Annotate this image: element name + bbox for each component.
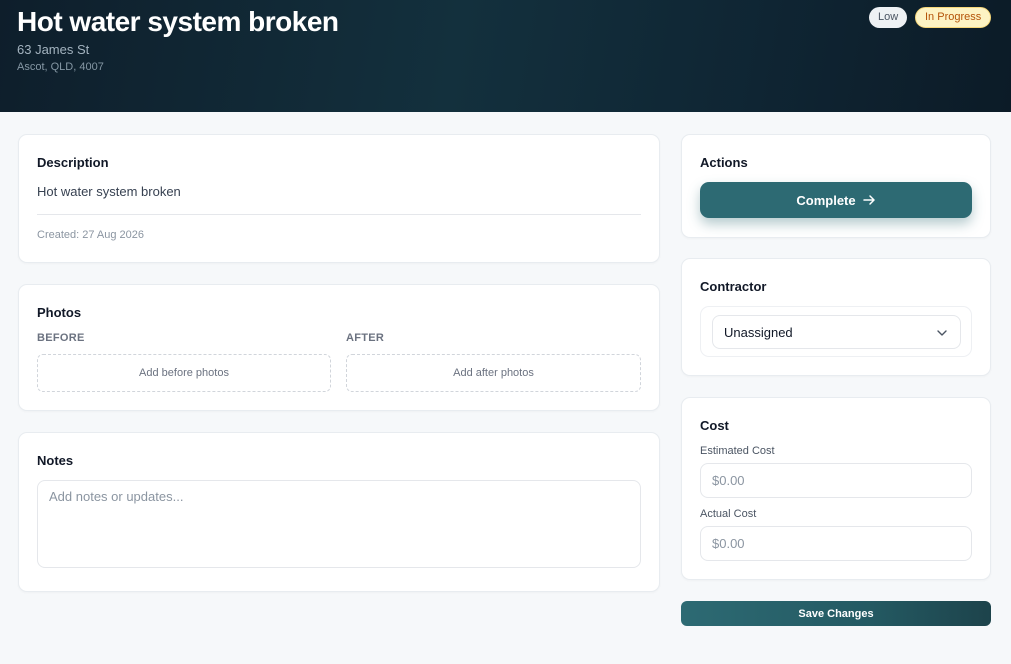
status-badge: In Progress	[915, 7, 992, 28]
address-street: 63 James St	[17, 42, 90, 57]
save-changes-button[interactable]: Save Changes	[681, 601, 991, 626]
chevron-down-icon	[937, 330, 947, 336]
page-header: Hot water system broken 63 James St Asco…	[0, 0, 1011, 112]
photos-card: Photos BEFORE AFTER Add before photos Ad…	[18, 284, 660, 411]
before-label: BEFORE	[37, 332, 85, 344]
add-after-photos-label: Add after photos	[453, 367, 534, 379]
arrow-right-icon	[862, 195, 875, 205]
actions-heading: Actions	[700, 155, 748, 170]
add-after-photos-dropzone[interactable]: Add after photos	[346, 354, 641, 392]
estimated-cost-input[interactable]	[700, 463, 972, 498]
add-before-photos-dropzone[interactable]: Add before photos	[37, 354, 331, 392]
priority-badge: Low	[869, 7, 908, 28]
contractor-select-wrapper: Unassigned	[700, 306, 972, 357]
complete-button[interactable]: Complete	[700, 182, 972, 218]
contractor-heading: Contractor	[700, 279, 767, 294]
page-title: Hot water system broken	[17, 6, 339, 37]
photos-heading: Photos	[37, 305, 82, 320]
divider	[37, 214, 641, 215]
cost-card: Cost Estimated Cost Actual Cost	[681, 397, 991, 580]
actual-cost-input[interactable]	[700, 526, 972, 561]
contractor-card: Contractor Unassigned	[681, 258, 991, 376]
after-label: AFTER	[346, 332, 385, 344]
notes-input[interactable]	[37, 480, 641, 568]
notes-card: Notes	[18, 432, 660, 592]
complete-button-label: Complete	[796, 192, 856, 208]
actions-card: Actions Complete	[681, 134, 991, 238]
add-before-photos-label: Add before photos	[139, 367, 229, 379]
address-city: Ascot, QLD, 4007	[17, 61, 104, 73]
notes-heading: Notes	[37, 453, 74, 468]
description-text: Hot water system broken	[37, 184, 181, 199]
description-heading: Description	[37, 155, 109, 170]
contractor-select[interactable]: Unassigned	[712, 315, 961, 349]
actual-cost-label: Actual Cost	[700, 508, 757, 520]
cost-heading: Cost	[700, 418, 729, 433]
estimated-cost-label: Estimated Cost	[700, 445, 775, 457]
contractor-selected-value: Unassigned	[724, 325, 793, 340]
created-date: Created: 27 Aug 2026	[37, 229, 145, 241]
description-card: Description Hot water system broken Crea…	[18, 134, 660, 263]
